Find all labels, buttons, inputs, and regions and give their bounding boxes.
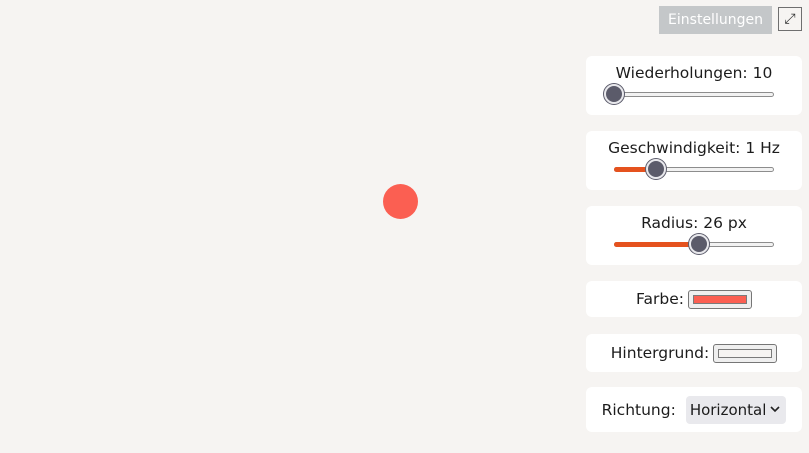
fullscreen-icon[interactable]: ⤢ xyxy=(778,7,802,31)
animation-stage xyxy=(0,0,580,453)
color-panel: Farbe: xyxy=(586,281,802,317)
chevron-down-icon xyxy=(770,403,780,416)
color-label: Farbe: xyxy=(636,290,684,308)
repetitions-slider[interactable] xyxy=(604,84,774,104)
background-panel: Hintergrund: xyxy=(586,334,802,372)
background-swatch xyxy=(718,348,773,358)
direction-label: Richtung: xyxy=(601,400,676,419)
speed-label: Geschwindigkeit: 1 Hz xyxy=(608,139,780,157)
radius-slider[interactable] xyxy=(614,234,774,254)
direction-selected-value: Horizontal xyxy=(689,400,767,419)
settings-button[interactable]: Einstellungen xyxy=(659,6,772,34)
slider-thumb[interactable] xyxy=(688,234,709,254)
color-swatch xyxy=(692,294,747,304)
slider-track xyxy=(614,92,774,97)
speed-slider[interactable] xyxy=(614,159,774,179)
slider-fill xyxy=(614,242,699,247)
speed-panel: Geschwindigkeit: 1 Hz xyxy=(586,131,802,190)
radius-label: Radius: 26 px xyxy=(641,214,747,232)
color-picker[interactable] xyxy=(687,289,752,309)
radius-panel: Radius: 26 px xyxy=(586,206,802,265)
repetitions-label: Wiederholungen: 10 xyxy=(615,64,773,82)
background-label: Hintergrund: xyxy=(610,344,710,362)
direction-panel: Richtung: Horizontal xyxy=(586,387,802,432)
slider-thumb[interactable] xyxy=(645,159,666,179)
bouncing-ball xyxy=(383,184,418,219)
background-color-picker[interactable] xyxy=(713,343,778,363)
direction-select[interactable]: Horizontal xyxy=(685,395,787,424)
repetitions-panel: Wiederholungen: 10 xyxy=(586,56,802,115)
slider-thumb[interactable] xyxy=(604,84,624,104)
